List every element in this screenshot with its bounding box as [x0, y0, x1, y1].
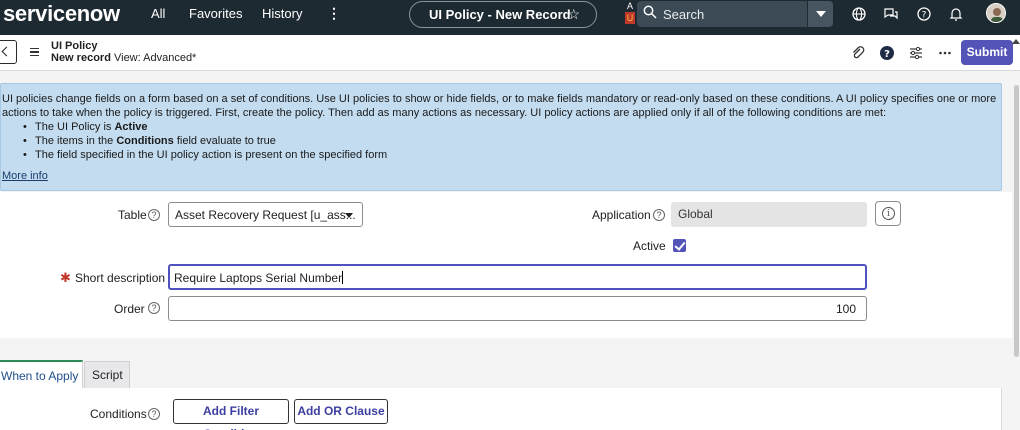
- form-subtitle: New record View: Advanced*: [51, 52, 196, 64]
- active-checkbox[interactable]: [673, 239, 686, 252]
- context-help-icon[interactable]: ?: [879, 45, 895, 61]
- record-pill-label: UI Policy - New Record: [429, 7, 571, 22]
- tab-when-to-apply[interactable]: When to Apply: [0, 360, 83, 388]
- attachment-icon[interactable]: [850, 45, 866, 61]
- form-title: UI Policy: [51, 40, 98, 52]
- submit-button[interactable]: Submit: [961, 40, 1013, 65]
- tab-script[interactable]: Script: [84, 361, 130, 388]
- more-info-link[interactable]: More info: [2, 169, 48, 183]
- nav-favorites[interactable]: Favorites: [189, 6, 242, 21]
- servicenow-logo[interactable]: servicenow: [3, 1, 120, 27]
- scope-badge-bottom[interactable]: U: [625, 12, 635, 24]
- back-button[interactable]: [0, 40, 17, 64]
- search-scope-dropdown[interactable]: [807, 1, 833, 27]
- chevron-down-icon: [345, 213, 353, 218]
- application-help-icon[interactable]: ?: [653, 209, 665, 221]
- scrollbar-thumb[interactable]: [1014, 85, 1019, 357]
- table-select-value: Asset Recovery Request [u_ass...: [175, 208, 356, 222]
- personalize-form-icon[interactable]: [908, 45, 924, 61]
- chat-icon[interactable]: [883, 6, 899, 22]
- related-tabs: When to Apply Script Conditions ? Add Fi…: [0, 338, 1012, 430]
- globe-icon[interactable]: [851, 6, 867, 22]
- scroll-up-arrow-icon[interactable]: [1012, 39, 1020, 44]
- form-view-label[interactable]: View: Advanced*: [114, 52, 196, 64]
- form-body: Table ? Asset Recovery Request [u_ass...…: [0, 192, 1012, 338]
- add-filter-condition-button[interactable]: Add Filter Condition: [173, 399, 289, 430]
- user-avatar[interactable]: [986, 3, 1006, 23]
- table-label: Table: [118, 208, 147, 222]
- order-label: Order: [114, 302, 145, 316]
- form-context-menu-icon[interactable]: [30, 48, 39, 56]
- order-help-icon[interactable]: ?: [148, 302, 160, 314]
- banner-intro: UI policies change fields on a form base…: [2, 93, 997, 119]
- favorite-star-icon[interactable]: ☆: [567, 6, 580, 23]
- banner-bullet: The items in the Conditions field evalua…: [23, 134, 1001, 148]
- banner-bullet: The field specified in the UI policy act…: [23, 148, 1001, 162]
- nav-all[interactable]: All: [151, 6, 165, 21]
- order-input[interactable]: 100: [168, 296, 867, 321]
- search-input[interactable]: Search: [663, 7, 704, 22]
- banner-bullet: The UI Policy is Active: [23, 120, 1001, 134]
- scope-badge-top: A: [627, 1, 634, 11]
- when-to-apply-panel: Conditions ? Add Filter Condition Add OR…: [0, 388, 1002, 430]
- short-description-label: Short description: [75, 271, 166, 285]
- form-subtitle-record: New record: [51, 52, 111, 64]
- info-icon: i: [882, 207, 895, 220]
- svg-text:?: ?: [884, 49, 890, 60]
- banner-conditions-list: The UI Policy is Active The items in the…: [23, 120, 1001, 162]
- application-label: Application: [592, 208, 651, 222]
- notification-bell-icon[interactable]: [948, 6, 964, 22]
- application-info-button[interactable]: i: [875, 201, 901, 226]
- top-navigation-bar: servicenow All Favorites History ⋮ UI Po…: [0, 0, 1020, 35]
- application-field: Global: [671, 202, 867, 227]
- form-header: UI Policy New record View: Advanced* ? S…: [0, 35, 1020, 71]
- active-label: Active: [633, 239, 666, 253]
- record-context-pill[interactable]: UI Policy - New Record ☆: [409, 1, 597, 28]
- search-icon: [643, 5, 657, 19]
- svg-text:?: ?: [922, 11, 927, 21]
- help-icon[interactable]: ?: [916, 6, 932, 22]
- table-select[interactable]: Asset Recovery Request [u_ass...: [168, 202, 363, 227]
- add-or-clause-button[interactable]: Add OR Clause: [294, 399, 388, 424]
- short-description-input[interactable]: Require Laptops Serial Number: [168, 264, 867, 290]
- global-search[interactable]: Search: [637, 1, 833, 27]
- table-help-icon[interactable]: ?: [148, 209, 160, 221]
- mandatory-indicator-icon: ✱: [60, 270, 71, 285]
- info-banner: UI policies change fields on a form base…: [0, 83, 1002, 191]
- nav-history[interactable]: History: [262, 6, 302, 21]
- more-options-icon[interactable]: [937, 45, 953, 61]
- more-menu-icon[interactable]: ⋮: [327, 5, 341, 22]
- conditions-label: Conditions: [90, 407, 147, 421]
- conditions-help-icon[interactable]: ?: [148, 408, 160, 420]
